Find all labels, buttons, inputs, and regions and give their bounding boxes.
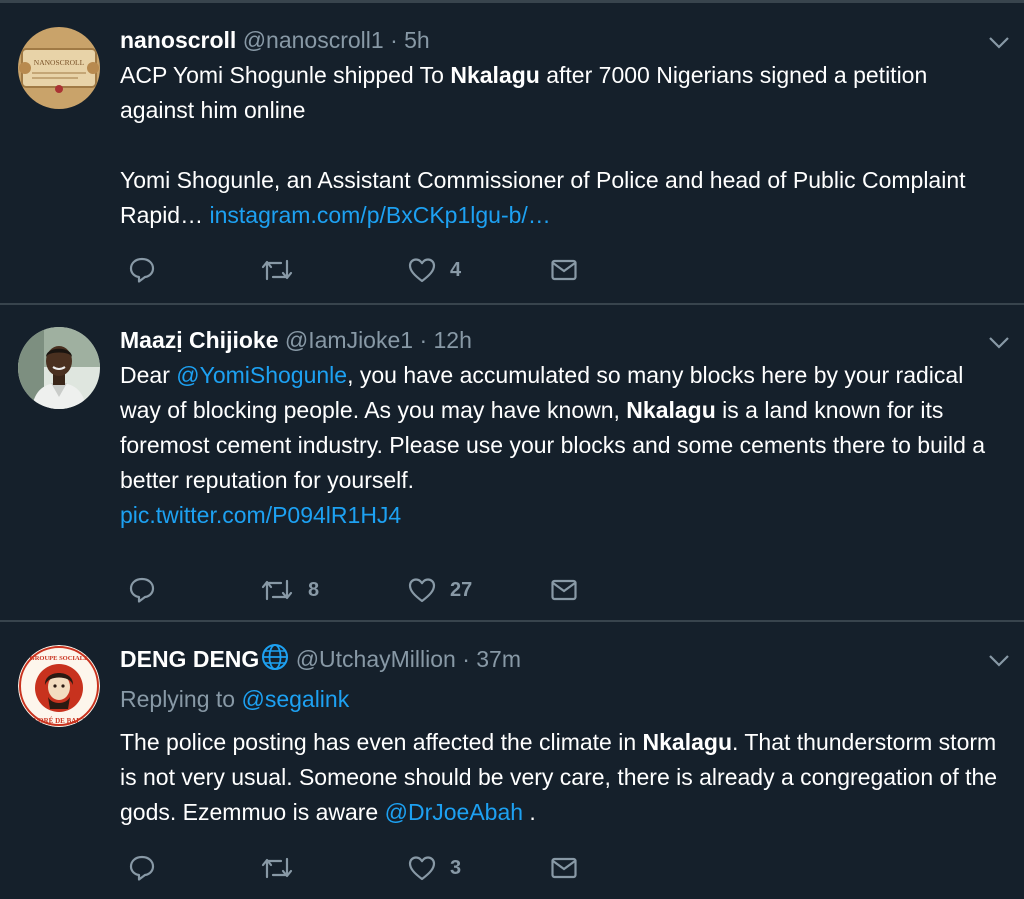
- tweet-header: DENG DENG @UtchayMillion · 37m: [120, 643, 521, 674]
- display-name[interactable]: Maazị Chijioke: [120, 327, 278, 353]
- tweet-actions: 4: [120, 252, 600, 288]
- envelope-icon: [551, 857, 577, 879]
- tweet-paragraph: pic.twitter.com/P094lR1HJ4: [120, 498, 1000, 533]
- display-name[interactable]: nanoscroll: [120, 27, 236, 53]
- reply-icon: [129, 257, 155, 283]
- replying-mention[interactable]: @segalink: [241, 686, 349, 712]
- tweet-actions: 8 27: [120, 572, 600, 608]
- tweet-utchaymillion[interactable]: GROUPE SOCIALE HONORÉ DE BALZAC DENG DEN…: [0, 622, 1024, 899]
- avatar-side-text: HONORÉ DE BALZAC: [22, 717, 96, 725]
- retweet-icon: [261, 259, 293, 281]
- share-button[interactable]: [550, 252, 578, 288]
- reply-button[interactable]: [128, 252, 170, 288]
- tweet-paragraph: Yomi Shogunle, an Assistant Commissioner…: [120, 167, 966, 228]
- tweet-nanoscroll[interactable]: NANOSCROLL nanoscroll @nanoscroll1 · 5h …: [0, 3, 1024, 305]
- mention-link[interactable]: @DrJoeAbah: [385, 799, 523, 825]
- tweet-paragraph: ACP Yomi Shogunle shipped To Nkalagu aft…: [120, 62, 928, 123]
- chevron-down-icon[interactable]: [988, 336, 1010, 350]
- like-button[interactable]: 4: [408, 252, 461, 288]
- avatar-wordmark: NANOSCROLL: [34, 58, 85, 67]
- separator-dot: ·: [462, 646, 470, 672]
- globe-icon: [262, 644, 289, 670]
- bold-keyword: Nkalagu: [626, 397, 716, 423]
- avatar-top-text: GROUPE SOCIALE: [30, 655, 89, 662]
- like-count: 4: [450, 258, 462, 281]
- tweet-text: ACP Yomi Shogunle shipped To Nkalagu aft…: [120, 58, 1000, 233]
- tweet-paragraph: The police posting has even affected the…: [120, 729, 998, 825]
- tweet-iamjioke1[interactable]: Maazị Chijioke @IamJioke1 · 12h Dear @Yo…: [0, 305, 1024, 622]
- replying-to: Replying to @segalink: [120, 682, 1000, 717]
- reply-button[interactable]: [128, 850, 170, 886]
- tweet-header: nanoscroll @nanoscroll1 · 5h: [120, 25, 430, 55]
- retweet-count: 8: [308, 578, 320, 601]
- share-button[interactable]: [550, 850, 578, 886]
- user-handle[interactable]: @nanoscroll1: [243, 27, 384, 53]
- heart-icon: [408, 578, 436, 603]
- timestamp[interactable]: 12h: [434, 327, 472, 353]
- avatar[interactable]: [18, 327, 100, 409]
- avatar[interactable]: GROUPE SOCIALE HONORÉ DE BALZAC: [18, 645, 100, 727]
- retweet-button[interactable]: [260, 850, 308, 886]
- reply-icon: [129, 855, 155, 881]
- reply-button[interactable]: [128, 572, 170, 608]
- bold-keyword: Nkalagu: [642, 729, 732, 755]
- retweet-button[interactable]: 8: [260, 572, 319, 608]
- pic-link[interactable]: pic.twitter.com/P094lR1HJ4: [120, 502, 401, 528]
- avatar[interactable]: NANOSCROLL: [18, 27, 100, 109]
- separator-dot: ·: [390, 27, 398, 53]
- heart-icon: [408, 258, 436, 283]
- tweet-paragraph: Dear @YomiShogunle, you have accumulated…: [120, 362, 986, 493]
- retweet-icon: [261, 579, 293, 601]
- timestamp[interactable]: 37m: [476, 646, 521, 672]
- heart-icon: [408, 856, 436, 881]
- like-button[interactable]: 3: [408, 850, 461, 886]
- like-count: 3: [450, 856, 462, 879]
- instagram-link[interactable]: instagram.com/p/BxCKp1lgu-b/…: [209, 202, 550, 228]
- reply-icon: [129, 577, 155, 603]
- separator-dot: ·: [419, 327, 428, 353]
- retweet-icon: [261, 857, 293, 879]
- user-handle[interactable]: @UtchayMillion: [296, 646, 456, 672]
- envelope-icon: [551, 579, 577, 601]
- display-name[interactable]: DENG DENG: [120, 646, 259, 672]
- tweet-actions: 3: [120, 850, 600, 886]
- bold-keyword: Nkalagu: [450, 62, 540, 88]
- like-button[interactable]: 27: [408, 572, 472, 608]
- user-handle[interactable]: @IamJioke1: [285, 327, 413, 353]
- tweet-header: Maazị Chijioke @IamJioke1 · 12h: [120, 325, 472, 355]
- share-button[interactable]: [550, 572, 578, 608]
- tweet-text: Dear @YomiShogunle, you have accumulated…: [120, 358, 1000, 533]
- tweet-text: The police posting has even affected the…: [120, 725, 1000, 830]
- replying-label: Replying to: [120, 686, 242, 712]
- chevron-down-icon[interactable]: [988, 654, 1010, 668]
- timestamp[interactable]: 5h: [404, 27, 430, 53]
- like-count: 27: [450, 578, 473, 601]
- chevron-down-icon[interactable]: [988, 36, 1010, 50]
- retweet-button[interactable]: [260, 252, 308, 288]
- mention-link[interactable]: @YomiShogunle: [176, 362, 347, 388]
- envelope-icon: [551, 259, 577, 281]
